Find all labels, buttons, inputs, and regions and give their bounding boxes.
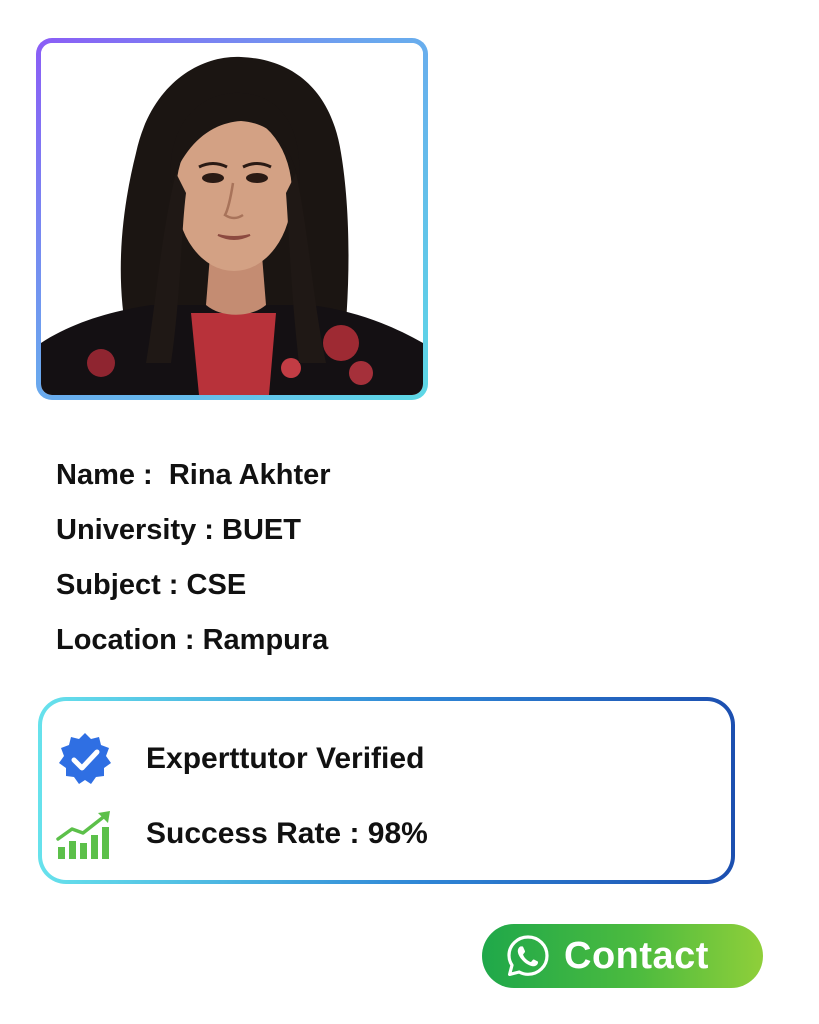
university-line: University : BUET: [56, 511, 331, 566]
verified-row: Experttutor Verified: [56, 733, 424, 785]
university-value: BUET: [222, 514, 301, 546]
profile-photo: [41, 43, 423, 395]
whatsapp-icon: [504, 932, 552, 980]
contact-button[interactable]: Contact: [482, 924, 763, 988]
verification-box: Experttutor Verified Success Rate : 98%: [38, 697, 735, 884]
university-label: University :: [56, 514, 214, 546]
name-line: Name : Rina Akhter: [56, 456, 331, 511]
location-line: Location : Rampura: [56, 621, 331, 676]
verified-text: Experttutor Verified: [146, 742, 425, 775]
success-row: Success Rate : 98%: [56, 808, 428, 860]
location-label: Location :: [56, 624, 195, 656]
portrait-illustration: [41, 43, 423, 395]
name-label: Name :: [56, 459, 153, 491]
success-rate-text: Success Rate : 98%: [146, 817, 428, 850]
subject-label: Subject :: [56, 569, 179, 601]
verification-box-inner: Experttutor Verified Success Rate : 98%: [42, 701, 731, 880]
subject-line: Subject : CSE: [56, 566, 331, 621]
growth-chart-icon: [56, 808, 114, 860]
subject-value: CSE: [186, 569, 247, 601]
location-value: Rampura: [202, 624, 329, 656]
contact-button-label: Contact: [564, 934, 709, 977]
verified-badge-icon: [56, 733, 114, 785]
name-value: Rina Akhter: [168, 459, 331, 491]
profile-photo-frame: [36, 38, 428, 400]
profile-info: Name : Rina Akhter University : BUET Sub…: [56, 456, 331, 676]
